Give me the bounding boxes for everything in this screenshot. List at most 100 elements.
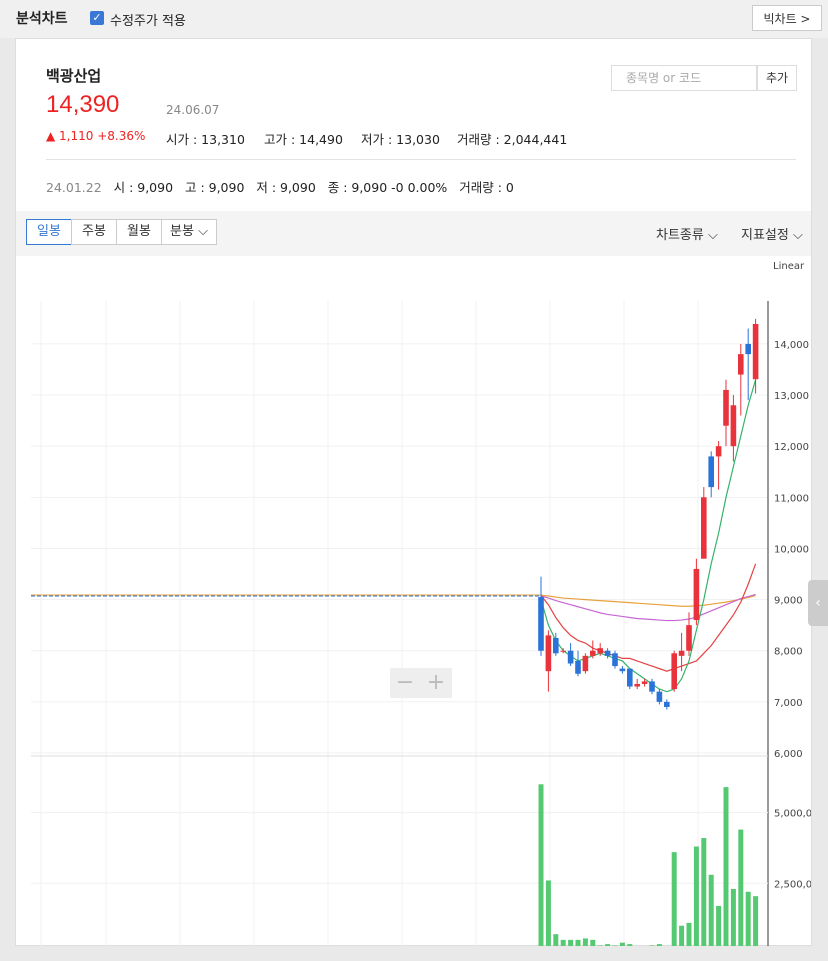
volume-bar <box>656 944 662 954</box>
volume-bar <box>538 784 544 954</box>
hover-close: 종 : 9,090 -0 0.00% <box>327 180 448 195</box>
chart-area[interactable]: 14,000 13,000 12,000 11,000 10,000 9,000 8,000… <box>16 256 825 961</box>
ma120-line <box>540 594 756 607</box>
candle-body <box>627 668 633 687</box>
candle-body <box>590 650 596 656</box>
hover-low: 저 : 9,090 <box>256 180 316 195</box>
candle-body <box>560 650 566 652</box>
topbar: 분석차트 ✓ 수정주가 적용 빅차트 > <box>0 0 828 38</box>
volume-bar <box>701 838 707 954</box>
chart-type-dropdown[interactable]: 차트종류 ⌵ <box>656 224 718 243</box>
candle-body <box>723 389 729 426</box>
candle-body <box>745 343 751 355</box>
volume-bar <box>545 880 551 954</box>
hover-volume: 거래량 : 0 <box>459 180 514 195</box>
volume-bar <box>679 925 685 954</box>
indicator-settings-dropdown[interactable]: 지표설정 ⌵ <box>741 224 803 243</box>
volume-bar <box>753 896 759 954</box>
candle-body <box>693 568 700 621</box>
candle-body <box>752 323 759 380</box>
open-price: 시가 : 13,310 <box>166 132 245 147</box>
price-change: ▲ 1,110 +8.36% <box>46 129 146 143</box>
chart-toolbar: 일봉 주봉 월봉 분봉 ⌵ 차트종류 ⌵ 지표설정 ⌵ <box>16 211 811 256</box>
volume-tick-label: 2,500,000 <box>774 879 811 890</box>
zoom-in-button[interactable]: + <box>421 670 451 696</box>
price-tick-label: 11,000 <box>774 493 809 504</box>
tab-minute[interactable]: 분봉 ⌵ <box>161 219 217 245</box>
candle-body <box>538 597 544 651</box>
candle-body <box>641 681 648 684</box>
chart-panel: 백광산업 14,390 24.06.07 ▲ 1,110 +8.36% 시가 :… <box>15 38 825 961</box>
price-tick-label: 6,000 <box>774 749 803 760</box>
zoom-out-button[interactable]: − <box>390 670 420 696</box>
candle-body <box>597 648 603 654</box>
volume-bar <box>745 891 751 954</box>
adjusted-price-label[interactable]: 수정주가 적용 <box>110 10 186 29</box>
tab-weekly[interactable]: 주봉 <box>71 219 117 245</box>
price-tick-label: 12,000 <box>774 442 809 453</box>
adjusted-price-checkbox[interactable]: ✓ <box>90 11 104 25</box>
price-date: 24.06.07 <box>166 103 220 117</box>
volume-bar <box>708 874 714 954</box>
candle-body <box>671 653 677 690</box>
candle-body <box>708 456 714 488</box>
side-panel-toggle-icon[interactable]: ‹ <box>808 580 828 626</box>
candle-body <box>612 653 618 667</box>
volume-bar <box>575 939 581 954</box>
big-chart-button[interactable]: 빅차트 > <box>752 5 822 31</box>
add-stock-button[interactable]: 추가 <box>757 65 797 91</box>
ma5-line <box>540 379 757 693</box>
candle-body <box>619 668 626 672</box>
high-price: 고가 : 14,490 <box>264 132 343 147</box>
candle-body <box>604 650 611 656</box>
volume-bar <box>627 944 633 954</box>
price-tick-label: 13,000 <box>774 391 809 402</box>
volume-bar <box>693 846 699 954</box>
price-tick-label: 10,000 <box>774 544 809 555</box>
current-price: 14,390 <box>46 91 120 118</box>
hover-date: 24.01.22 <box>46 180 102 195</box>
price-tick-label: 14,000 <box>774 340 809 351</box>
price-chart[interactable]: 14,000 13,000 12,000 11,000 10,000 9,000 8,000… <box>16 256 825 961</box>
candle-body <box>582 655 589 672</box>
candle-body <box>738 354 744 375</box>
volume-bar <box>605 944 611 954</box>
volume-bar <box>686 922 692 954</box>
volume-bar <box>560 939 566 954</box>
hover-high: 고 : 9,090 <box>184 180 245 195</box>
divider <box>46 159 796 160</box>
volume-bar <box>738 829 744 954</box>
candle-body <box>730 405 737 447</box>
page-title: 분석차트 <box>16 11 68 27</box>
low-price: 저가 : 13,030 <box>361 132 440 147</box>
volume-bar <box>723 787 729 954</box>
price-tick-label: 7,000 <box>774 698 803 709</box>
scale-label: Linear <box>773 261 805 272</box>
stock-name: 백광산업 <box>46 67 102 85</box>
candle-body <box>545 635 552 672</box>
volume-bar <box>582 938 588 954</box>
zoom-control: − + <box>390 668 452 698</box>
candle-body <box>701 497 707 559</box>
volume-bar <box>568 939 574 954</box>
candle-body <box>575 660 581 674</box>
candle-body <box>664 701 670 707</box>
candle-body <box>567 650 574 664</box>
candle-body <box>553 637 559 654</box>
volume-bar <box>730 888 736 954</box>
candle-body <box>649 681 655 692</box>
volume-tick-label: 5,000,000 <box>774 809 811 820</box>
price-tick-label: 8,000 <box>774 647 803 658</box>
price-tick-label: 9,000 <box>774 596 803 607</box>
tab-monthly[interactable]: 월봉 <box>116 219 162 245</box>
tab-daily[interactable]: 일봉 <box>26 219 72 245</box>
hover-open: 시 : 9,090 <box>113 180 174 195</box>
stock-search-input[interactable]: 종목명 or 코드 <box>611 65 757 91</box>
volume-bar <box>553 934 559 954</box>
volume-bar <box>716 905 722 954</box>
volume-bar <box>590 939 596 954</box>
candle-body <box>656 691 663 702</box>
hover-info: 24.01.22 시 : 9,090 고 : 9,090 저 : 9,090 종… <box>46 177 514 196</box>
candle-body <box>634 683 640 687</box>
volume-bar <box>671 852 677 954</box>
